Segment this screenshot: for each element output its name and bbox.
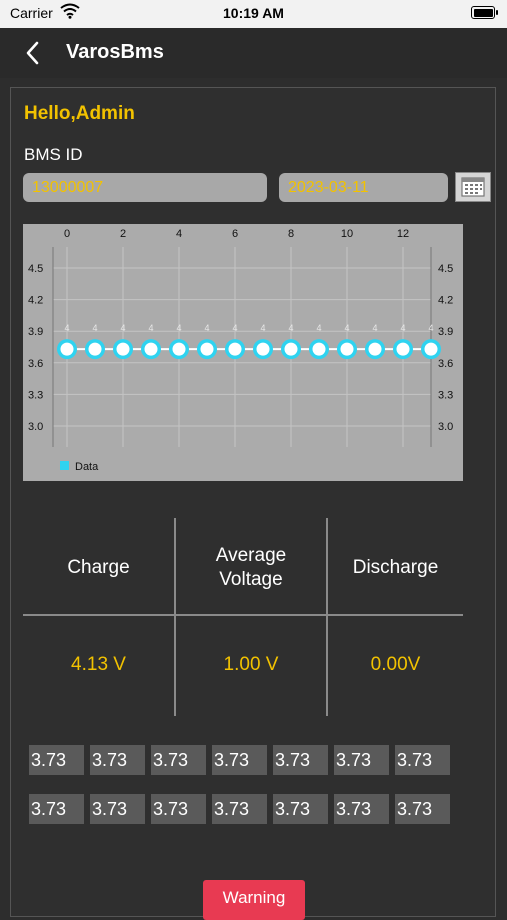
charge-header: Charge: [67, 557, 130, 578]
data-point-center: [88, 342, 102, 356]
data-point-center: [340, 342, 354, 356]
average-header-line1: Average: [215, 545, 287, 566]
data-point-center: [116, 342, 130, 356]
data-point-center: [60, 342, 74, 356]
average-voltage-value: 1.00 V: [223, 654, 279, 675]
stats-divider: [23, 614, 463, 616]
legend-label: Data: [75, 461, 99, 473]
x-tick-label: 2: [120, 228, 126, 240]
cell-voltage: 3.73: [90, 745, 145, 775]
data-point-center: [256, 342, 270, 356]
battery-icon: [471, 6, 498, 19]
discharge-value: 0.00V: [370, 654, 421, 675]
data-label: 4: [232, 323, 237, 333]
cell-voltage: 3.73: [273, 794, 328, 824]
x-tick-label: 10: [341, 228, 353, 240]
charge-value: 4.13 V: [71, 654, 126, 675]
data-label: 4: [176, 323, 181, 333]
legend-swatch: [60, 461, 69, 470]
voltage-chart: 0 2 4 6 8 10 12 4.5 4.5 4.2 4.2 3.9 3.9 3.6 3.6 3.3 3.3 3…: [23, 224, 463, 481]
data-label: 4: [204, 323, 209, 333]
data-point-center: [396, 342, 410, 356]
data-point-center: [368, 342, 382, 356]
cell-voltage: 3.73: [334, 745, 389, 775]
y-tick-label-right: 3.6: [438, 358, 453, 370]
data-label: 4: [316, 323, 321, 333]
cell-voltage: 3.73: [90, 794, 145, 824]
data-label: 4: [92, 323, 97, 333]
x-tick-label: 6: [232, 228, 238, 240]
cell-voltage: 3.73: [151, 794, 206, 824]
y-tick-label-left: 4.2: [28, 295, 43, 307]
y-tick-label-right: 4.5: [438, 263, 453, 275]
x-tick-label: 4: [176, 228, 182, 240]
status-bar: Carrier 10:19 AM: [0, 0, 507, 28]
x-tick-label: 12: [397, 228, 409, 240]
warning-button[interactable]: Warning: [203, 880, 305, 920]
stats-table: Charge Average Voltage Discharge 4.13 V …: [23, 518, 463, 716]
back-chevron-icon[interactable]: [22, 40, 46, 66]
nav-title: VarosBms: [66, 41, 164, 63]
data-point-center: [284, 342, 298, 356]
cell-voltage: 3.73: [151, 745, 206, 775]
x-tick-label: 0: [64, 228, 70, 240]
y-tick-label-right: 3.3: [438, 389, 453, 401]
discharge-header: Discharge: [352, 557, 439, 578]
cell-voltage: 3.73: [212, 745, 267, 775]
y-tick-label-left: 3.9: [28, 326, 43, 338]
data-point-center: [228, 342, 242, 356]
data-point-center: [144, 342, 158, 356]
data-point-center: [172, 342, 186, 356]
data-label: 4: [288, 323, 293, 333]
data-label: 4: [428, 323, 433, 333]
y-tick-label-right: 3.0: [438, 421, 453, 433]
data-label: 4: [64, 323, 69, 333]
bms-id-field[interactable]: 13000007: [23, 173, 267, 202]
date-field[interactable]: 2023-03-11: [279, 173, 448, 202]
data-label: 4: [400, 323, 405, 333]
bms-id-label: BMS ID: [24, 145, 83, 164]
cell-voltage: 3.73: [212, 794, 267, 824]
y-tick-label-right: 4.2: [438, 295, 453, 307]
clock: 10:19 AM: [223, 5, 284, 21]
cell-voltage: 3.73: [395, 745, 450, 775]
y-tick-label-left: 4.5: [28, 263, 43, 275]
content-panel: [10, 87, 496, 917]
data-point-center: [200, 342, 214, 356]
average-header-line2: Voltage: [219, 569, 283, 590]
data-label: 4: [120, 323, 125, 333]
calendar-button[interactable]: [455, 172, 491, 202]
y-tick-label-right: 3.9: [438, 326, 453, 338]
cell-voltage: 3.73: [395, 794, 450, 824]
data-label: 4: [344, 323, 349, 333]
greeting: Hello,Admin: [24, 103, 135, 124]
y-tick-label-left: 3.0: [28, 421, 43, 433]
data-label: 4: [260, 323, 265, 333]
data-label: 4: [372, 323, 377, 333]
calendar-icon: [461, 177, 485, 197]
nav-bar: VarosBms: [0, 28, 507, 78]
y-tick-label-left: 3.3: [28, 389, 43, 401]
cell-voltage: 3.73: [334, 794, 389, 824]
x-tick-label: 8: [288, 228, 294, 240]
data-point-center: [424, 342, 438, 356]
average-header: Average Voltage: [176, 544, 326, 592]
stats-divider: [326, 518, 328, 716]
cell-voltage: 3.73: [273, 745, 328, 775]
cell-voltage: 3.73: [29, 745, 84, 775]
y-tick-label-left: 3.6: [28, 358, 43, 370]
cell-voltage: 3.73: [29, 794, 84, 824]
data-label: 4: [148, 323, 153, 333]
data-point-center: [312, 342, 326, 356]
